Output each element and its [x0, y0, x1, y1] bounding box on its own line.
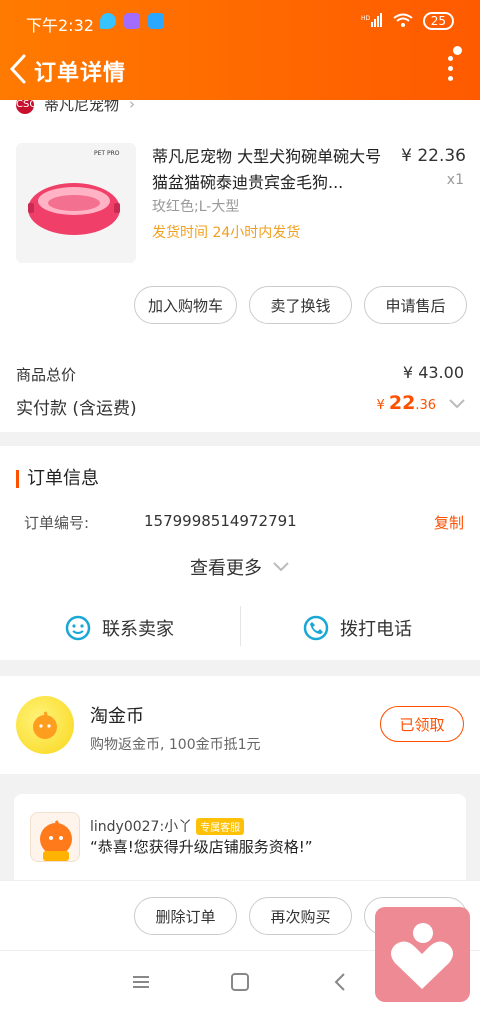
- contact-seller-label: 联系卖家: [102, 619, 174, 640]
- shop-name: 蒂凡尼宠物: [44, 100, 120, 114]
- see-more-label: 查看更多: [190, 558, 262, 579]
- service-badge: 专属客服: [196, 817, 245, 835]
- coin-subtitle: 购物返金币, 100金币抵1元: [90, 737, 261, 753]
- back-nav-button[interactable]: [330, 971, 352, 993]
- sell-button[interactable]: 卖了换钱: [249, 286, 352, 324]
- notification-dot: [453, 46, 462, 55]
- signal-icon: HD: [361, 12, 383, 30]
- coins-card: 淘金币 购物返金币, 100金币抵1元 已领取: [0, 676, 480, 774]
- order-info-card: 订单信息 订单编号: 1579998514972791 复制 查看更多 联系卖家…: [0, 446, 480, 660]
- page-title: 订单详情: [34, 61, 127, 86]
- status-bar: 下午2:32 HD 25: [0, 0, 480, 42]
- paid-integer: 22: [388, 392, 416, 414]
- order-no-label: 订单编号:: [24, 514, 90, 532]
- status-time: 下午2:32: [26, 16, 94, 35]
- order-info-title: 订单信息: [16, 470, 99, 488]
- brand-mark: PET PRO: [94, 150, 120, 157]
- chevron-down-icon: [273, 562, 289, 572]
- battery-indicator: 25: [422, 12, 454, 30]
- avatar: [30, 812, 80, 862]
- paid-decimal: .36: [415, 398, 436, 413]
- home-nav-button[interactable]: [229, 971, 251, 993]
- notes-app-icon: [148, 13, 164, 29]
- delete-order-button[interactable]: 删除订单: [134, 897, 237, 935]
- phone-icon: [303, 615, 329, 641]
- copy-button[interactable]: 复制: [434, 512, 464, 533]
- product-title[interactable]: 蒂凡尼宠物 大型犬狗碗单碗大号猫盆猫碗泰迪贵宾金毛狗...: [152, 144, 390, 196]
- product-quantity: x1: [446, 172, 464, 188]
- product-variant: 玫红色;L-大型: [152, 199, 240, 215]
- service-message: “恭喜!您获得升级店铺服务资格!”: [90, 838, 313, 856]
- floating-favorite-button[interactable]: [375, 907, 470, 1002]
- svg-text:HD: HD: [361, 15, 371, 22]
- paid-amount: ¥ 22.36: [376, 392, 436, 414]
- gold-coin-icon: [16, 696, 74, 754]
- product-price: ¥ 22.36: [401, 146, 466, 166]
- service-name: lindy0027:小丫 专属客服: [90, 816, 245, 836]
- shop-link[interactable]: CSO 蒂凡尼宠物 ›: [16, 100, 135, 116]
- contact-seller-button[interactable]: 联系卖家: [64, 614, 174, 642]
- shop-logo: CSO: [16, 100, 37, 114]
- after-sale-button[interactable]: 申请售后: [364, 286, 467, 324]
- home-square-icon: [231, 973, 249, 991]
- menu-nav-button[interactable]: [130, 971, 152, 993]
- action-divider: [240, 606, 241, 646]
- menu-icon: [133, 976, 149, 988]
- call-button[interactable]: 拨打电话: [302, 614, 412, 642]
- back-triangle-icon: [334, 973, 345, 991]
- add-to-cart-button[interactable]: 加入购物车: [134, 286, 237, 324]
- paid-label: 实付款 (含运费): [16, 399, 137, 419]
- app-header: 下午2:32 HD 25 订单详情: [0, 0, 480, 100]
- coin-title: 淘金币: [90, 706, 144, 727]
- heart-icon: [391, 923, 453, 989]
- chevron-left-icon: [9, 54, 26, 84]
- product-thumbnail[interactable]: PET PRO: [16, 143, 136, 263]
- expand-price-button[interactable]: [448, 395, 466, 409]
- status-right: HD 25: [361, 12, 454, 30]
- video-app-icon: [124, 13, 140, 29]
- buy-again-button[interactable]: 再次购买: [249, 897, 352, 935]
- chat-face-icon: [65, 615, 91, 641]
- service-username: lindy0027:小丫: [90, 819, 193, 835]
- call-label: 拨打电话: [340, 619, 412, 640]
- shipping-time: 发货时间 24小时内发货: [152, 225, 301, 241]
- claimed-button[interactable]: 已领取: [380, 706, 464, 742]
- messenger-icon: [100, 13, 116, 29]
- goods-total-label: 商品总价: [16, 366, 77, 384]
- paid-currency: ¥: [376, 398, 385, 413]
- back-button[interactable]: [8, 52, 32, 86]
- chevron-right-icon: ›: [129, 100, 136, 113]
- more-menu-button[interactable]: [446, 56, 456, 82]
- wifi-icon: [393, 13, 413, 30]
- chevron-down-icon: [449, 399, 465, 409]
- order-number: 1579998514972791: [144, 512, 297, 530]
- goods-total-value: ¥ 43.00: [402, 363, 464, 382]
- order-item-card: CSO 蒂凡尼宠物 › PET PRO 蒂凡尼宠物 大型犬狗碗单碗大号猫盆猫碗泰…: [0, 100, 480, 432]
- see-more-button[interactable]: 查看更多: [190, 554, 290, 580]
